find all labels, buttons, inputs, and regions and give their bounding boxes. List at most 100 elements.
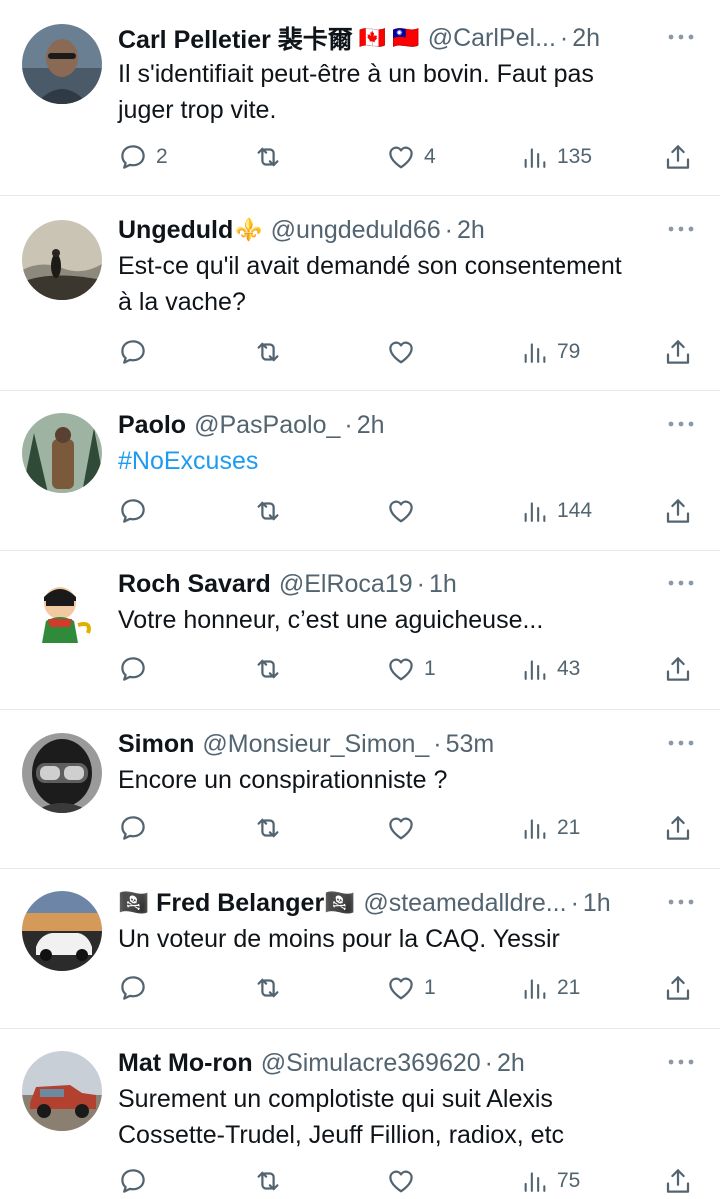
like-button[interactable]: 1 xyxy=(386,651,436,687)
tweet[interactable]: Ungeduld ⚜️ @ungdeduld66 · 2h Est-ce qu'… xyxy=(0,196,720,391)
reply-button[interactable] xyxy=(118,1163,156,1199)
user-handle[interactable]: @Monsieur_Simon_ xyxy=(202,730,429,759)
avatar[interactable] xyxy=(22,220,102,300)
timestamp[interactable]: 1h xyxy=(583,889,611,918)
like-button[interactable]: 1 xyxy=(386,970,436,1006)
heart-icon xyxy=(386,1166,416,1196)
share-button[interactable] xyxy=(663,651,693,687)
user-handle[interactable]: @ElRoca19 xyxy=(279,570,413,599)
bar-chart-icon xyxy=(521,338,549,366)
like-button[interactable] xyxy=(386,810,424,846)
user-handle[interactable]: @steamedalldre... xyxy=(363,889,566,918)
share-button[interactable] xyxy=(663,334,693,370)
views-button[interactable]: 43 xyxy=(521,651,580,687)
timestamp[interactable]: 53m xyxy=(446,730,495,759)
avatar[interactable] xyxy=(22,573,102,653)
user-handle[interactable]: @Simulacre369620 xyxy=(261,1049,481,1078)
views-button[interactable]: 79 xyxy=(521,334,580,370)
tweet[interactable]: Paolo @PasPaolo_ · 2h #NoExcuses 144 xyxy=(0,391,720,551)
action-bar: 75 xyxy=(118,1163,698,1199)
more-dots-icon[interactable] xyxy=(666,728,696,758)
timestamp[interactable]: 2h xyxy=(357,411,385,440)
share-button[interactable] xyxy=(663,1163,693,1199)
share-upload-icon xyxy=(663,496,693,526)
retweet-button[interactable] xyxy=(253,810,291,846)
tweet[interactable]: Roch Savard @ElRoca19 · 1h Votre honneur… xyxy=(0,551,720,710)
tweet[interactable]: Carl Pelletier 裴卡爾 🇨🇦 🇹🇼 @CarlPel... · 2… xyxy=(0,0,720,196)
tweet-header: Carl Pelletier 裴卡爾 🇨🇦 🇹🇼 @CarlPel... · 2… xyxy=(118,20,696,56)
display-name[interactable]: Simon xyxy=(118,730,194,759)
speech-bubble-icon xyxy=(118,142,148,172)
share-button[interactable] xyxy=(663,810,693,846)
tweet-text-line: Votre honneur, c’est une aguicheuse... xyxy=(118,606,544,634)
views-button[interactable]: 135 xyxy=(521,139,592,175)
views-button[interactable]: 75 xyxy=(521,1163,580,1199)
user-handle[interactable]: @ungdeduld66 xyxy=(271,216,441,245)
retweet-arrows-icon xyxy=(253,813,283,843)
more-dots-icon[interactable] xyxy=(666,887,696,917)
separator: · xyxy=(559,23,569,52)
reply-button[interactable] xyxy=(118,810,156,846)
tweet-header: Paolo @PasPaolo_ · 2h xyxy=(118,407,696,443)
heart-icon xyxy=(386,813,416,843)
retweet-button[interactable] xyxy=(253,493,291,529)
reply-button[interactable] xyxy=(118,334,156,370)
display-name[interactable]: Carl Pelletier 裴卡爾 xyxy=(118,20,353,56)
reply-button[interactable]: 2 xyxy=(118,139,168,175)
more-dots-icon[interactable] xyxy=(666,22,696,52)
avatar[interactable] xyxy=(22,733,102,813)
tweet[interactable]: Mat Mo-ron @Simulacre369620 · 2h Suremen… xyxy=(0,1029,720,1199)
bar-chart-icon xyxy=(521,814,549,842)
display-name[interactable]: Mat Mo-ron xyxy=(118,1049,253,1078)
views-button[interactable]: 21 xyxy=(521,810,580,846)
speech-bubble-icon xyxy=(118,1166,148,1196)
user-handle[interactable]: @CarlPel... xyxy=(428,24,556,53)
share-upload-icon xyxy=(663,654,693,684)
more-dots-icon[interactable] xyxy=(666,214,696,244)
heart-icon xyxy=(386,337,416,367)
reply-button[interactable] xyxy=(118,970,156,1006)
timestamp[interactable]: 2h xyxy=(457,216,485,245)
avatar[interactable] xyxy=(22,891,102,971)
timestamp[interactable]: 1h xyxy=(429,570,457,599)
display-name[interactable]: Ungeduld xyxy=(118,216,233,245)
speech-bubble-icon xyxy=(118,496,148,526)
reply-button[interactable] xyxy=(118,493,156,529)
more-dots-icon[interactable] xyxy=(666,568,696,598)
views-button[interactable]: 21 xyxy=(521,970,580,1006)
retweet-button[interactable] xyxy=(253,1163,291,1199)
like-button[interactable] xyxy=(386,1163,424,1199)
retweet-button[interactable] xyxy=(253,334,291,370)
share-upload-icon xyxy=(663,813,693,843)
avatar[interactable] xyxy=(22,24,102,104)
reply-button[interactable] xyxy=(118,651,156,687)
retweet-arrows-icon xyxy=(253,337,283,367)
view-count: 75 xyxy=(557,1169,581,1192)
like-button[interactable]: 4 xyxy=(386,139,436,175)
speech-bubble-icon xyxy=(118,813,148,843)
retweet-button[interactable] xyxy=(253,139,291,175)
avatar[interactable] xyxy=(22,1051,102,1131)
user-handle[interactable]: @PasPaolo_ xyxy=(194,411,340,440)
display-name[interactable]: Paolo xyxy=(118,411,186,440)
tweet-header: Roch Savard @ElRoca19 · 1h xyxy=(118,566,696,602)
retweet-button[interactable] xyxy=(253,651,291,687)
display-name[interactable]: Roch Savard xyxy=(118,570,271,599)
more-dots-icon[interactable] xyxy=(666,409,696,439)
like-button[interactable] xyxy=(386,493,424,529)
tweet[interactable]: Simon @Monsieur_Simon_ · 53m Encore un c… xyxy=(0,710,720,869)
views-button[interactable]: 144 xyxy=(521,493,592,529)
like-button[interactable] xyxy=(386,334,424,370)
tweet[interactable]: 🏴‍☠️ Fred Belanger🏴‍☠️ @steamedalldre...… xyxy=(0,869,720,1029)
timestamp[interactable]: 2h xyxy=(572,24,600,53)
more-dots-icon[interactable] xyxy=(666,1047,696,1077)
timestamp[interactable]: 2h xyxy=(497,1049,525,1078)
share-button[interactable] xyxy=(663,493,693,529)
retweet-button[interactable] xyxy=(253,970,291,1006)
display-name[interactable]: 🏴‍☠️ Fred Belanger🏴‍☠️ xyxy=(118,889,355,918)
share-button[interactable] xyxy=(663,139,693,175)
bar-chart-icon xyxy=(521,655,549,683)
share-button[interactable] xyxy=(663,970,693,1006)
avatar[interactable] xyxy=(22,413,102,493)
hashtag-link[interactable]: #NoExcuses xyxy=(118,443,696,479)
